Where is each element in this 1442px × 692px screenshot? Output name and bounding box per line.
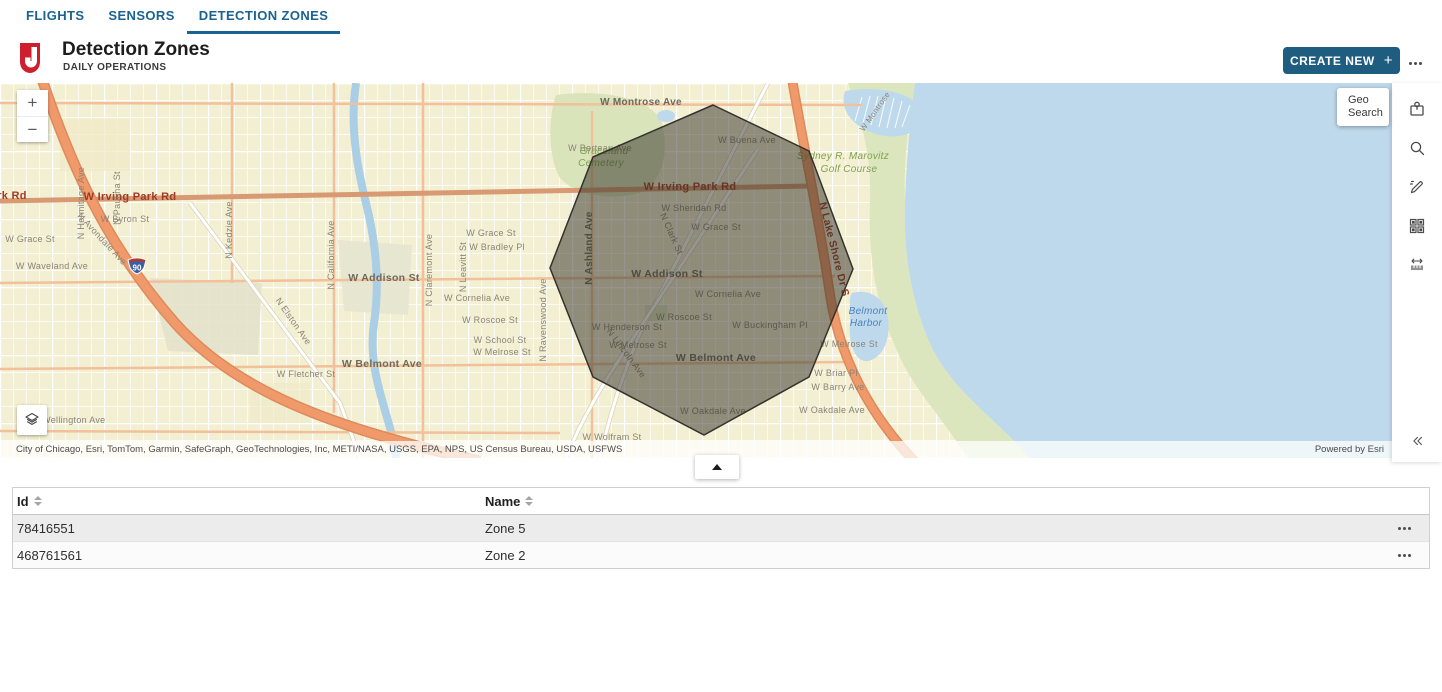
ellipsis-icon bbox=[1409, 62, 1422, 65]
map-canvas[interactable]: 90 W Montrose AveW MontroseW Berteau Ave… bbox=[0, 83, 1442, 458]
svg-text:W Briar Pl: W Briar Pl bbox=[814, 368, 858, 378]
sort-icon[interactable] bbox=[34, 496, 42, 506]
panel-collapse-toggle-button[interactable] bbox=[695, 455, 739, 479]
svg-text:W Oakdale Ave: W Oakdale Ave bbox=[799, 405, 865, 415]
sort-icon[interactable] bbox=[525, 496, 533, 506]
zone-name-cell: Zone 2 bbox=[485, 548, 525, 563]
svg-text:W Barry Ave: W Barry Ave bbox=[811, 382, 864, 392]
svg-text:rk Rd: rk Rd bbox=[0, 190, 27, 202]
plus-icon: + bbox=[1384, 52, 1393, 69]
svg-text:W Addison St: W Addison St bbox=[348, 272, 420, 284]
name-column-label: Name bbox=[485, 494, 520, 509]
chevrons-left-icon bbox=[1409, 433, 1425, 449]
map-zoom-control: + − bbox=[17, 90, 48, 142]
geo-search-tooltip: Geo Search bbox=[1337, 88, 1389, 126]
svg-text:Belmont: Belmont bbox=[849, 306, 889, 317]
juvare-logo-icon bbox=[19, 42, 41, 79]
attribution-text: City of Chicago, Esri, TomTom, Garmin, S… bbox=[16, 444, 622, 455]
svg-text:N Leavitt St: N Leavitt St bbox=[458, 242, 468, 292]
search-icon bbox=[1408, 139, 1426, 157]
svg-text:N Ravenswood Ave: N Ravenswood Ave bbox=[538, 278, 548, 361]
svg-text:N Paulina St: N Paulina St bbox=[112, 171, 122, 225]
app-root: FLIGHTS SENSORS DETECTION ZONES Detectio… bbox=[0, 0, 1442, 692]
tab-sensors[interactable]: SENSORS bbox=[96, 0, 186, 34]
svg-text:W Roscoe St: W Roscoe St bbox=[462, 315, 518, 325]
zones-table: Id Name 78416551Zone 5468761561Zone 2 bbox=[12, 487, 1430, 569]
svg-text:W Montrose Ave: W Montrose Ave bbox=[600, 97, 682, 108]
map-toolbar bbox=[1392, 83, 1442, 462]
svg-text:Golf Course: Golf Course bbox=[821, 164, 878, 175]
powered-by-esri: Powered by Esri bbox=[1315, 444, 1384, 455]
zone-id-cell: 78416551 bbox=[13, 521, 485, 536]
toolbar-collapse-button[interactable] bbox=[1392, 428, 1442, 454]
geo-search-icon bbox=[1408, 100, 1426, 118]
header-more-options-button[interactable] bbox=[1402, 54, 1428, 72]
svg-text:W Belmont Ave: W Belmont Ave bbox=[342, 358, 422, 370]
svg-text:W Waveland Ave: W Waveland Ave bbox=[16, 261, 88, 271]
svg-text:90: 90 bbox=[133, 264, 142, 273]
tooltip-line-1: Geo bbox=[1348, 94, 1389, 107]
page-title: Detection Zones bbox=[62, 39, 210, 61]
table-body: 78416551Zone 5468761561Zone 2 bbox=[13, 515, 1429, 568]
tooltip-line-2: Search bbox=[1348, 107, 1389, 120]
id-column-label: Id bbox=[17, 494, 29, 509]
svg-text:W Bradley Pl: W Bradley Pl bbox=[469, 242, 525, 252]
zone-id-cell: 468761561 bbox=[13, 548, 485, 563]
top-nav: FLIGHTS SENSORS DETECTION ZONES bbox=[0, 0, 1442, 34]
layers-button[interactable] bbox=[17, 405, 47, 435]
svg-text:W Byron St: W Byron St bbox=[101, 214, 150, 224]
row-actions-button[interactable] bbox=[1394, 550, 1415, 561]
create-new-button[interactable]: CREATE NEW + bbox=[1283, 47, 1400, 74]
svg-text:W Grace St: W Grace St bbox=[466, 228, 516, 238]
zoom-in-button[interactable]: + bbox=[17, 90, 48, 116]
svg-text:W Grace St: W Grace St bbox=[5, 234, 55, 244]
page-subtitle: DAILY OPERATIONS bbox=[63, 62, 166, 73]
zone-name-cell: Zone 5 bbox=[485, 521, 525, 536]
svg-text:N California Ave: N California Ave bbox=[326, 220, 336, 289]
measure-icon bbox=[1408, 256, 1426, 274]
svg-text:W Irving Park Rd: W Irving Park Rd bbox=[84, 191, 177, 203]
page-header: Detection Zones DAILY OPERATIONS CREATE … bbox=[0, 34, 1442, 83]
column-header-name[interactable]: Name bbox=[485, 494, 1429, 509]
svg-text:W Fletcher St: W Fletcher St bbox=[277, 369, 336, 379]
map-container: 90 W Montrose AveW MontroseW Berteau Ave… bbox=[0, 83, 1442, 458]
svg-text:N Hermitage Ave: N Hermitage Ave bbox=[76, 167, 86, 239]
basemap-grid-icon bbox=[1408, 217, 1426, 235]
table-row[interactable]: 78416551Zone 5 bbox=[13, 515, 1429, 541]
measure-tool-button[interactable] bbox=[1392, 245, 1442, 284]
basemap-gallery-button[interactable] bbox=[1392, 206, 1442, 245]
geo-search-tool-button[interactable] bbox=[1392, 89, 1442, 128]
svg-text:W School St: W School St bbox=[474, 335, 527, 345]
svg-text:N Claremont Ave: N Claremont Ave bbox=[424, 234, 434, 306]
svg-text:W Melrose St: W Melrose St bbox=[820, 339, 878, 349]
zoom-out-button[interactable]: − bbox=[17, 116, 48, 142]
column-header-id[interactable]: Id bbox=[13, 494, 485, 509]
tab-flights[interactable]: FLIGHTS bbox=[14, 0, 96, 34]
draw-pencil-icon bbox=[1408, 178, 1426, 196]
chevron-up-icon bbox=[712, 464, 722, 470]
table-header-row: Id Name bbox=[13, 488, 1429, 515]
row-actions-button[interactable] bbox=[1394, 523, 1415, 534]
svg-text:W Melrose St: W Melrose St bbox=[473, 347, 531, 357]
tab-detection-zones[interactable]: DETECTION ZONES bbox=[187, 0, 341, 34]
create-new-label: CREATE NEW bbox=[1290, 54, 1375, 68]
layers-icon bbox=[23, 410, 41, 431]
svg-text:W Cornelia Ave: W Cornelia Ave bbox=[444, 293, 510, 303]
draw-tool-button[interactable] bbox=[1392, 167, 1442, 206]
svg-text:Harbor: Harbor bbox=[850, 318, 883, 329]
svg-text:N Kedzie Ave: N Kedzie Ave bbox=[224, 201, 234, 258]
search-tool-button[interactable] bbox=[1392, 128, 1442, 167]
table-row[interactable]: 468761561Zone 2 bbox=[13, 541, 1429, 568]
